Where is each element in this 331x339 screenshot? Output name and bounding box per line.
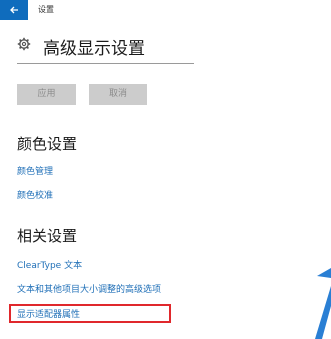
divider [17, 63, 194, 64]
settings-window: 设置 高级显示设置 应用 取消 颜色设置 颜色管理 颜色校准 相关设置 Clea… [0, 0, 331, 339]
page-title: 高级显示设置 [43, 39, 145, 59]
side-logo-fragment [313, 268, 331, 339]
link-advanced-sizing[interactable]: 文本和其他项目大小调整的高级选项 [17, 282, 161, 295]
back-button[interactable] [0, 0, 28, 20]
section-title-color: 颜色设置 [17, 135, 78, 153]
section-title-related: 相关设置 [17, 227, 78, 245]
link-color-management[interactable]: 颜色管理 [17, 164, 53, 177]
highlight-box [9, 304, 171, 323]
window-title: 设置 [38, 5, 54, 14]
back-arrow-icon [10, 6, 18, 14]
apply-button[interactable]: 应用 [17, 84, 76, 105]
link-cleartype[interactable]: ClearType 文本 [17, 258, 82, 271]
cancel-button[interactable]: 取消 [89, 84, 147, 105]
gear-icon [17, 37, 31, 51]
link-color-calibration[interactable]: 颜色校准 [17, 188, 53, 201]
title-bar: 设置 [0, 0, 331, 20]
